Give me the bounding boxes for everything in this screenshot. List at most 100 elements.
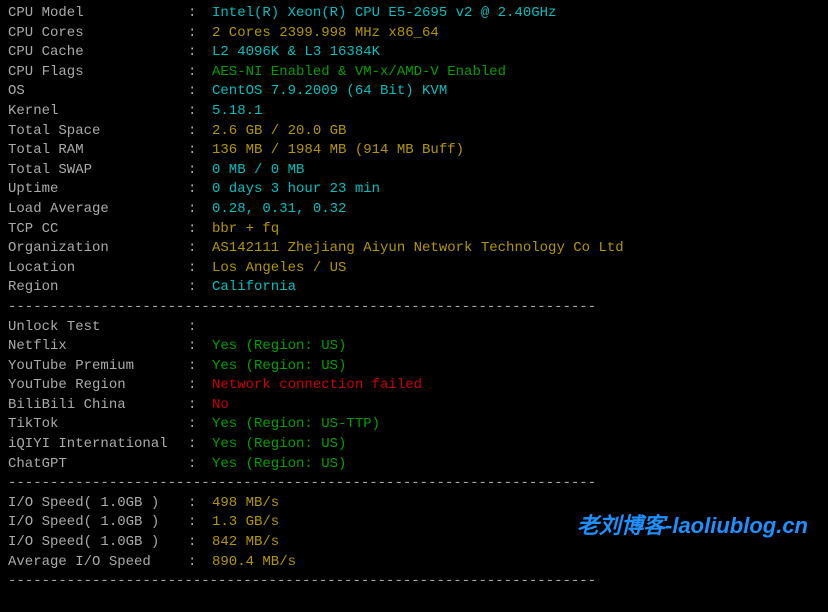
info-row: Organization: AS142111 Zhejiang Aiyun Ne… [8,239,820,259]
row-label: I/O Speed( 1.0GB ) [8,513,188,533]
row-colon: : [188,161,212,181]
row-value: Yes (Region: US) [212,435,346,455]
section-divider: ----------------------------------------… [8,572,820,592]
row-value: No [212,396,229,416]
info-row: CPU Cores: 2 Cores 2399.998 MHz x86_64 [8,24,820,44]
info-row: Average I/O Speed: 890.4 MB/s [8,553,820,573]
row-colon: : [188,435,212,455]
row-colon: : [188,24,212,44]
unlock-header-label: Unlock Test [8,318,188,338]
row-label: Total SWAP [8,161,188,181]
info-row: Total Space: 2.6 GB / 20.0 GB [8,122,820,142]
info-row: OS: CentOS 7.9.2009 (64 Bit) KVM [8,82,820,102]
row-value: 1.3 GB/s [212,513,279,533]
row-value: Los Angeles / US [212,259,346,279]
row-value: 5.18.1 [212,102,262,122]
info-row: YouTube Region: Network connection faile… [8,376,820,396]
row-value: Yes (Region: US) [212,357,346,377]
info-row: Netflix: Yes (Region: US) [8,337,820,357]
row-label: CPU Cache [8,43,188,63]
row-colon: : [188,494,212,514]
row-value: Yes (Region: US) [212,455,346,475]
row-label: CPU Model [8,4,188,24]
row-colon: : [188,278,212,298]
row-value: 890.4 MB/s [212,553,296,573]
unlock-header-row: Unlock Test: [8,318,820,338]
info-row: Load Average: 0.28, 0.31, 0.32 [8,200,820,220]
section-divider: ----------------------------------------… [8,298,820,318]
row-colon: : [188,455,212,475]
row-value: L2 4096K & L3 16384K [212,43,380,63]
row-colon: : [188,43,212,63]
row-label: I/O Speed( 1.0GB ) [8,494,188,514]
info-row: Uptime: 0 days 3 hour 23 min [8,180,820,200]
row-label: ChatGPT [8,455,188,475]
row-label: Region [8,278,188,298]
row-label: Organization [8,239,188,259]
info-row: TikTok: Yes (Region: US-TTP) [8,415,820,435]
row-value: Yes (Region: US-TTP) [212,415,380,435]
info-row: Kernel: 5.18.1 [8,102,820,122]
info-row: CPU Flags: AES-NI Enabled & VM-x/AMD-V E… [8,63,820,83]
row-label: OS [8,82,188,102]
row-label: Location [8,259,188,279]
row-label: CPU Flags [8,63,188,83]
info-row: BiliBili China: No [8,396,820,416]
row-label: Average I/O Speed [8,553,188,573]
info-row: iQIYI International: Yes (Region: US) [8,435,820,455]
row-colon: : [188,513,212,533]
row-label: TikTok [8,415,188,435]
row-colon: : [188,357,212,377]
row-label: YouTube Premium [8,357,188,377]
row-value: 0 MB / 0 MB [212,161,304,181]
row-colon: : [188,337,212,357]
info-row: ChatGPT: Yes (Region: US) [8,455,820,475]
info-row: Region: California [8,278,820,298]
info-row: CPU Cache: L2 4096K & L3 16384K [8,43,820,63]
row-label: YouTube Region [8,376,188,396]
row-value: 0.28, 0.31, 0.32 [212,200,346,220]
row-colon: : [188,180,212,200]
row-label: BiliBili China [8,396,188,416]
row-value: AES-NI Enabled & VM-x/AMD-V Enabled [212,63,506,83]
row-label: Netflix [8,337,188,357]
row-colon: : [188,82,212,102]
row-colon: : [188,396,212,416]
row-value: 0 days 3 hour 23 min [212,180,380,200]
row-label: TCP CC [8,220,188,240]
row-value: 498 MB/s [212,494,279,514]
row-value: 842 MB/s [212,533,279,553]
row-colon: : [188,200,212,220]
row-colon: : [188,141,212,161]
row-colon: : [188,4,212,24]
info-row: YouTube Premium: Yes (Region: US) [8,357,820,377]
row-label: CPU Cores [8,24,188,44]
row-colon: : [188,318,212,338]
info-row: Total RAM: 136 MB / 1984 MB (914 MB Buff… [8,141,820,161]
row-colon: : [188,122,212,142]
row-value: Yes (Region: US) [212,337,346,357]
section-divider: ----------------------------------------… [8,474,820,494]
row-label: Uptime [8,180,188,200]
row-colon: : [188,553,212,573]
row-colon: : [188,220,212,240]
row-colon: : [188,376,212,396]
row-label: Load Average [8,200,188,220]
row-value: 2 Cores 2399.998 MHz x86_64 [212,24,439,44]
row-value: AS142111 Zhejiang Aiyun Network Technolo… [212,239,624,259]
row-colon: : [188,102,212,122]
row-label: iQIYI International [8,435,188,455]
row-value: CentOS 7.9.2009 (64 Bit) KVM [212,82,447,102]
row-colon: : [188,415,212,435]
info-row: Total SWAP: 0 MB / 0 MB [8,161,820,181]
row-value: Network connection failed [212,376,422,396]
row-label: Total Space [8,122,188,142]
row-colon: : [188,533,212,553]
row-value: 136 MB / 1984 MB (914 MB Buff) [212,141,464,161]
watermark-text: 老刘博客-laoliublog.cn [577,511,808,542]
row-label: I/O Speed( 1.0GB ) [8,533,188,553]
row-colon: : [188,239,212,259]
row-label: Kernel [8,102,188,122]
info-row: TCP CC: bbr + fq [8,220,820,240]
row-value: 2.6 GB / 20.0 GB [212,122,346,142]
